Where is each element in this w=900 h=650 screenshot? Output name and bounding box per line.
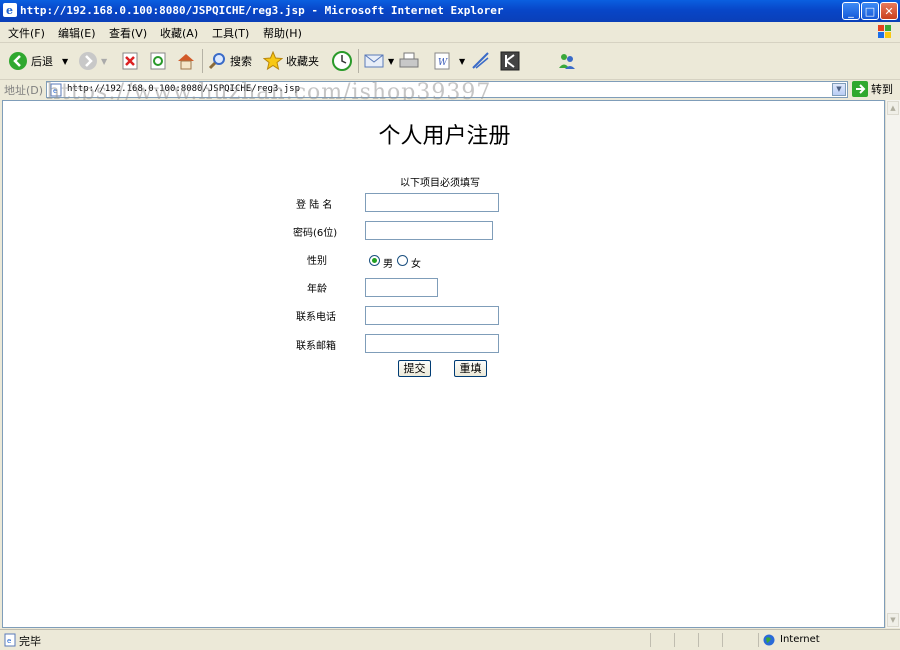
status-bar: e 完毕 Internet: [0, 629, 900, 650]
forward-dropdown-icon: ▼: [101, 56, 108, 66]
k-icon: [500, 51, 520, 71]
submit-button[interactable]: 提交: [398, 360, 431, 377]
status-divider: [674, 633, 675, 647]
menu-favorites[interactable]: 收藏(A): [160, 25, 198, 41]
mail-icon: [364, 54, 384, 68]
back-dropdown-icon[interactable]: ▼: [62, 57, 68, 66]
home-button[interactable]: [176, 49, 196, 73]
address-dropdown-icon[interactable]: ▼: [832, 83, 846, 96]
minimize-button[interactable]: _: [842, 2, 860, 20]
password-label: 密码(6位): [293, 228, 338, 239]
password-input[interactable]: [365, 221, 493, 240]
menu-edit[interactable]: 编辑(E): [58, 25, 96, 41]
stop-button[interactable]: [120, 49, 140, 73]
age-label: 年龄: [307, 284, 327, 295]
toolbar-separator: [202, 49, 203, 73]
back-button[interactable]: 后退 ▼: [8, 49, 68, 73]
windows-flag-icon: [878, 25, 891, 38]
toolbar: 后退 ▼ ▼ 搜索 收藏夹 ▼ W ▼: [0, 43, 900, 80]
gender-female-radio[interactable]: [397, 255, 408, 266]
favorites-label: 收藏夹: [286, 55, 319, 68]
messenger-button[interactable]: [470, 49, 492, 73]
globe-icon: [763, 634, 775, 646]
status-text: 完毕: [19, 635, 41, 648]
menu-help[interactable]: 帮助(H): [263, 25, 302, 41]
go-arrow-icon: [852, 81, 868, 97]
pen-icon: [472, 52, 489, 69]
status-divider: [722, 633, 723, 647]
word-doc-icon: W: [434, 52, 450, 70]
search-icon: [208, 53, 225, 70]
back-arrow-icon: [9, 52, 27, 70]
phone-input[interactable]: [365, 306, 499, 325]
go-label: 转到: [871, 83, 893, 96]
menu-file[interactable]: 文件(F): [8, 25, 45, 41]
history-icon: [332, 51, 352, 71]
gender-male-radio[interactable]: [369, 255, 380, 266]
close-button[interactable]: ✕: [880, 2, 898, 20]
status-divider: [698, 633, 699, 647]
login-name-label: 登 陆 名: [296, 200, 333, 211]
ie-logo-icon: e: [3, 3, 17, 17]
gender-female-label: 女: [411, 259, 421, 270]
back-label: 后退: [31, 55, 53, 68]
printer-icon: [399, 52, 419, 68]
vertical-scrollbar[interactable]: ▲ ▼: [885, 100, 900, 628]
scroll-down-icon[interactable]: ▼: [887, 613, 899, 627]
home-icon: [178, 54, 194, 70]
forward-button[interactable]: ▼: [78, 49, 107, 73]
stop-icon: [122, 52, 138, 70]
edit-dropdown-icon[interactable]: ▼: [459, 57, 465, 66]
refresh-button[interactable]: [148, 49, 168, 73]
k-button[interactable]: [500, 49, 520, 73]
title-bar: e http://192.168.0.100:8080/JSPQICHE/reg…: [0, 0, 900, 22]
phone-label: 联系电话: [296, 312, 336, 323]
go-button[interactable]: 转到: [852, 81, 893, 97]
toolbar-separator: [358, 49, 359, 73]
page-content: 个人用户注册 以下项目必须填写 登 陆 名 密码(6位) 性别 男 女 年龄 联…: [2, 100, 885, 628]
gender-label: 性别: [307, 256, 327, 267]
menu-bar: 文件(F) 编辑(E) 查看(V) 收藏(A) 工具(T) 帮助(H): [0, 22, 900, 43]
print-button[interactable]: [398, 49, 420, 73]
star-icon: [263, 51, 283, 71]
login-name-input[interactable]: [365, 193, 499, 212]
email-label: 联系邮箱: [296, 341, 336, 352]
edit-word-button[interactable]: W ▼: [432, 49, 465, 73]
svg-text:e: e: [6, 4, 13, 17]
address-label: 地址(D): [4, 84, 44, 97]
svg-text:e: e: [7, 637, 11, 645]
favorites-button[interactable]: 收藏夹: [263, 49, 319, 73]
gender-male-label: 男: [383, 259, 393, 270]
svg-text:W: W: [438, 58, 448, 68]
age-input[interactable]: [365, 278, 438, 297]
search-button[interactable]: 搜索: [207, 49, 252, 73]
window-title: http://192.168.0.100:8080/JSPQICHE/reg3.…: [20, 4, 504, 17]
maximize-button[interactable]: □: [861, 2, 879, 20]
status-divider: [758, 633, 759, 647]
scroll-up-icon[interactable]: ▲: [887, 101, 899, 115]
forward-arrow-icon: [79, 52, 97, 70]
refresh-icon: [150, 52, 166, 70]
email-input[interactable]: [365, 334, 499, 353]
users-button[interactable]: [556, 49, 578, 73]
page-title: 个人用户注册: [378, 124, 511, 149]
reset-button[interactable]: 重填: [454, 360, 487, 377]
menu-tools[interactable]: 工具(T): [212, 25, 249, 41]
mail-dropdown-icon[interactable]: ▼: [388, 57, 394, 66]
search-label: 搜索: [230, 55, 252, 68]
required-note: 以下项目必须填写: [400, 178, 480, 189]
mail-button[interactable]: ▼: [363, 49, 394, 73]
users-icon: [559, 54, 575, 69]
zone-label: Internet: [780, 634, 820, 645]
history-button[interactable]: [331, 49, 353, 73]
menu-view[interactable]: 查看(V): [109, 25, 147, 41]
status-divider: [650, 633, 651, 647]
page-done-icon: e: [4, 633, 16, 647]
